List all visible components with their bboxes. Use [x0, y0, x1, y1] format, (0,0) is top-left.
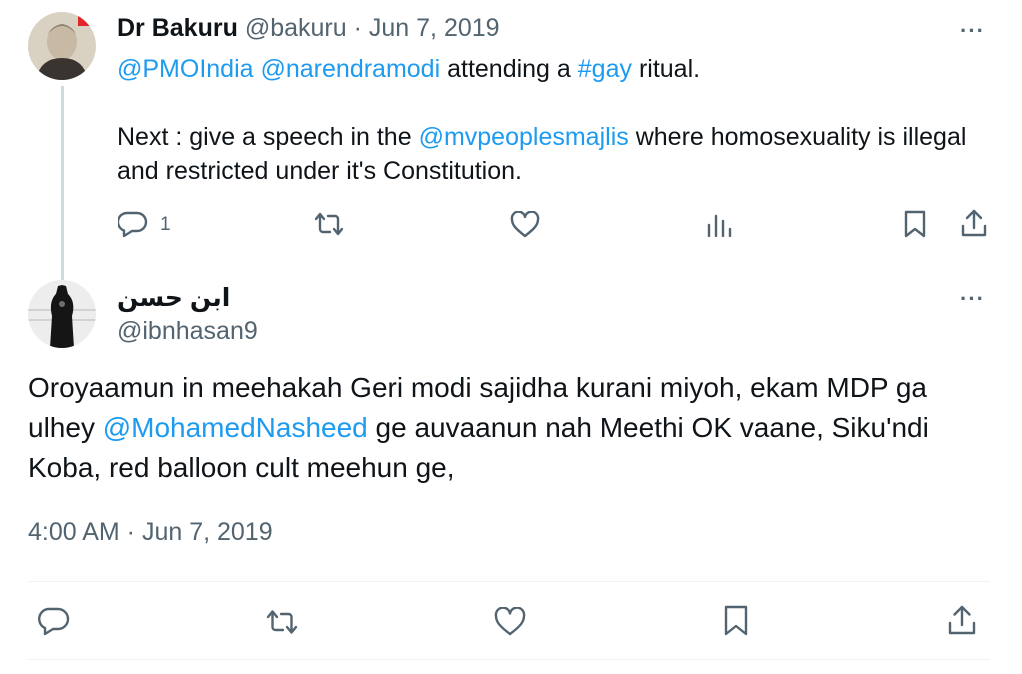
- reply-icon: [38, 607, 70, 636]
- retweet-button[interactable]: [313, 211, 345, 237]
- main-more-options-button[interactable]: ···: [960, 286, 985, 312]
- main-bookmark-button[interactable]: [723, 605, 749, 637]
- thread-connector-line: [61, 86, 64, 282]
- retweet-icon: [314, 212, 344, 236]
- main-author-handle[interactable]: @ibnhasan9: [117, 317, 258, 346]
- views-button[interactable]: [706, 211, 732, 237]
- parent-tweet-line1: @PMOIndia @narendramodi attending a #gay…: [117, 52, 997, 86]
- like-icon: [494, 607, 526, 636]
- parent-tweet-text: @PMOIndia @narendramodi attending a #gay…: [117, 52, 997, 188]
- parent-author-handle[interactable]: @bakuru: [245, 14, 347, 42]
- parent-tweet-header: Dr Bakuru @bakuru · Jun 7, 2019: [117, 14, 500, 43]
- divider: [28, 659, 990, 660]
- text-segment: attending a: [447, 55, 571, 83]
- main-author-avatar[interactable]: [28, 280, 96, 348]
- share-icon: [948, 605, 976, 635]
- reply-icon: [118, 211, 148, 238]
- main-tweet-text: Oroyaamun in meehakah Geri modi sajidha …: [28, 368, 998, 488]
- parent-author-avatar[interactable]: [28, 12, 96, 80]
- header-separator: ·: [353, 14, 362, 42]
- parent-tweet-line2: Next : give a speech in the @mvpeoplesma…: [117, 120, 997, 188]
- reply-count: 1: [160, 214, 171, 235]
- main-reply-button[interactable]: [38, 606, 70, 636]
- text-segment: ritual.: [638, 55, 701, 83]
- main-share-button[interactable]: [947, 604, 977, 636]
- bookmark-button[interactable]: [903, 210, 927, 238]
- share-icon: [961, 209, 987, 237]
- divider: [28, 581, 990, 582]
- main-like-button[interactable]: [494, 607, 526, 636]
- retweet-icon: [266, 610, 298, 634]
- parent-more-options-button[interactable]: ···: [960, 18, 985, 44]
- bookmark-icon: [904, 210, 926, 238]
- reply-button[interactable]: [118, 210, 148, 238]
- like-button[interactable]: [510, 211, 540, 238]
- hashtag-link[interactable]: #gay: [578, 55, 632, 83]
- like-icon: [510, 211, 540, 238]
- mention-link[interactable]: @narendramodi: [261, 55, 441, 83]
- views-icon: [707, 214, 732, 237]
- mention-link[interactable]: @mvpeoplesmajlis: [419, 123, 629, 151]
- parent-tweet-date[interactable]: Jun 7, 2019: [369, 14, 500, 42]
- mention-link[interactable]: @MohamedNasheed: [103, 412, 368, 443]
- share-button[interactable]: [960, 208, 988, 238]
- mention-link[interactable]: @PMOIndia: [117, 55, 254, 83]
- text-segment: Next : give a speech in the: [117, 123, 412, 151]
- bookmark-icon: [724, 605, 748, 636]
- main-retweet-button[interactable]: [265, 608, 299, 636]
- tweet-timestamp[interactable]: 4:00 AM · Jun 7, 2019: [28, 518, 273, 547]
- parent-author-name[interactable]: Dr Bakuru: [117, 14, 238, 42]
- main-author-name[interactable]: ابن حسن: [117, 283, 230, 313]
